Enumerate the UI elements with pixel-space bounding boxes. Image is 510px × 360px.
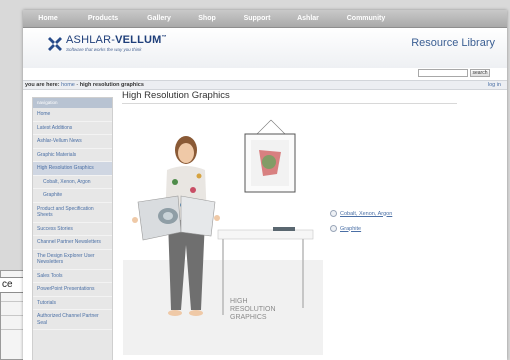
nav-item-support[interactable]: Support — [229, 10, 285, 27]
sidebar-item-label: Graphite — [43, 192, 63, 198]
sidebar-item-label: Success Stories — [37, 225, 73, 232]
sidebar-item-label: Tutorials — [37, 299, 56, 306]
nav-item-shop[interactable]: Shop — [185, 10, 229, 27]
sidebar-item-graphite[interactable]: Graphite — [33, 189, 112, 203]
sidebar-item-label: PowerPoint Presentations — [37, 286, 95, 292]
sidebar-item-channel-partner-newsletters[interactable]: Channel Partner Newsletters — [33, 236, 112, 250]
sidebar-item-the-design-explorer-user-newsletters[interactable]: The Design Explorer User Newsletters — [33, 250, 112, 270]
top-navigation: Home Products Gallery Shop Support Ashlar Comm… — [23, 10, 507, 28]
nav-item-products[interactable]: Products — [73, 10, 133, 27]
site-header: ASHLAR-VELLUM™ Software that works the w… — [23, 28, 507, 68]
page-title: High Resolution Graphics — [122, 90, 230, 101]
sidebar-heading: navigation — [33, 98, 112, 108]
screen: ce Home Products Gallery Shop Support Ashlar C… — [0, 0, 510, 360]
sidebar-item-authorized-channel-partner-seal[interactable]: Authorized Channel Partner Seal — [33, 310, 112, 330]
hero-illustration: HIGH RESOLUTION GRAPHICS — [123, 119, 323, 355]
sidebar-item-sales-tools[interactable]: Sales Tools — [33, 270, 112, 283]
sidebar-item-product-and-specification-sheets[interactable]: Product and Specification Sheets — [33, 203, 112, 223]
logo-text: ASHLAR-VELLUM™ Software that works the w… — [66, 34, 167, 52]
breadcrumb-home-link[interactable]: home — [61, 82, 75, 88]
login-link[interactable]: log in — [488, 81, 501, 90]
resource-link-label[interactable]: Cobalt, Xenon, Argon — [340, 211, 392, 217]
section-title: Resource Library — [411, 37, 495, 49]
foot — [168, 310, 182, 316]
sidebar-item-high-resolution-graphics[interactable]: High Resolution Graphics — [33, 162, 112, 176]
search-input[interactable] — [418, 69, 468, 77]
breadcrumb-label: you are here: — [25, 82, 60, 88]
sidebar-list: Home Latest Additions Ashlar-Vellum News Gr… — [33, 108, 112, 330]
sidebar-item-label: Home — [37, 111, 51, 117]
breadcrumb-current: high resolution graphics — [79, 82, 144, 88]
nav-item-community[interactable]: Community — [331, 10, 401, 27]
sidebar-item-label: Channel Partner Newsletters — [37, 239, 101, 245]
sidebar-navigation: navigation Home Latest Additions Ashlar-Ve… — [32, 97, 113, 360]
sidebar-item-success-stories[interactable]: Success Stories — [33, 223, 112, 236]
sidebar-item-label: Cobalt, Xenon, Argon — [43, 178, 91, 185]
sidebar-item-cobalt-xenon-argon[interactable]: Cobalt, Xenon, Argon — [33, 176, 112, 189]
frame-string — [256, 119, 272, 135]
sidebar-item-home[interactable]: Home — [33, 108, 112, 122]
blouse-pattern — [190, 187, 196, 193]
sidebar-item-label: Latest Additions — [37, 124, 73, 131]
blouse-pattern — [196, 173, 202, 179]
sidebar-item-label: The Design Explorer User Newsletters — [37, 252, 95, 266]
scene-caption-line: RESOLUTION — [230, 306, 276, 313]
bullet-icon — [330, 210, 337, 217]
sidebar-item-label: Ashlar-Vellum News — [37, 138, 82, 144]
foot — [189, 310, 203, 316]
sidebar-item-label: High Resolution Graphics — [37, 165, 94, 171]
framed-graphic — [262, 155, 276, 169]
bullet-icon — [330, 225, 337, 232]
face — [178, 143, 194, 163]
divider — [122, 103, 457, 104]
resource-link-cobalt[interactable]: Cobalt, Xenon, Argon — [330, 210, 392, 217]
tablet-device — [273, 227, 295, 231]
logo-wordmark-part: VELLUM — [115, 34, 162, 46]
logo-wordmark-part: ASHLAR- — [66, 34, 116, 46]
nav-item-home[interactable]: Home — [23, 10, 73, 27]
resource-link-label[interactable]: Graphite — [340, 226, 361, 232]
sidebar-item-graphic-materials[interactable]: Graphic Materials — [33, 149, 112, 162]
frame-string — [270, 119, 286, 135]
sidebar-item-label: Graphic Materials — [37, 151, 77, 158]
scene-caption-line: HIGH — [230, 298, 248, 305]
logo-tagline: Software that works the way you think — [66, 47, 142, 52]
hand — [132, 217, 138, 223]
resource-link-graphite[interactable]: Graphite — [330, 225, 361, 232]
site-logo[interactable]: ASHLAR-VELLUM™ Software that works the w… — [47, 34, 167, 52]
breadcrumb: you are here: home - high resolution gra… — [23, 80, 507, 90]
blouse-pattern — [172, 179, 178, 185]
book-page — [180, 195, 216, 237]
table-top — [217, 229, 314, 240]
logo-wordmark: ASHLAR-VELLUM™ — [66, 34, 167, 46]
sidebar-item-ashlar-vellum-news[interactable]: Ashlar-Vellum News — [33, 135, 112, 149]
book-graphic — [163, 212, 173, 220]
sidebar-item-label: Sales Tools — [37, 272, 63, 279]
trademark-symbol: ™ — [161, 34, 167, 41]
search-button[interactable]: search — [470, 69, 490, 77]
nav-item-gallery[interactable]: Gallery — [133, 10, 185, 27]
sidebar-item-latest-additions[interactable]: Latest Additions — [33, 122, 112, 135]
nav-item-ashlar[interactable]: Ashlar — [285, 10, 331, 27]
sidebar-item-label: Product and Specification Sheets — [37, 205, 94, 219]
scene-caption-line: GRAPHICS — [230, 314, 267, 321]
sidebar-item-powerpoint-presentations[interactable]: PowerPoint Presentations — [33, 283, 112, 297]
browser-page: Home Products Gallery Shop Support Ashlar Comm… — [23, 10, 507, 360]
logo-mark-icon — [48, 37, 62, 51]
sidebar-item-tutorials[interactable]: Tutorials — [33, 297, 112, 310]
search-row: search — [23, 68, 507, 80]
sidebar-item-label: Authorized Channel Partner Seal — [37, 313, 99, 326]
hand — [214, 215, 220, 221]
